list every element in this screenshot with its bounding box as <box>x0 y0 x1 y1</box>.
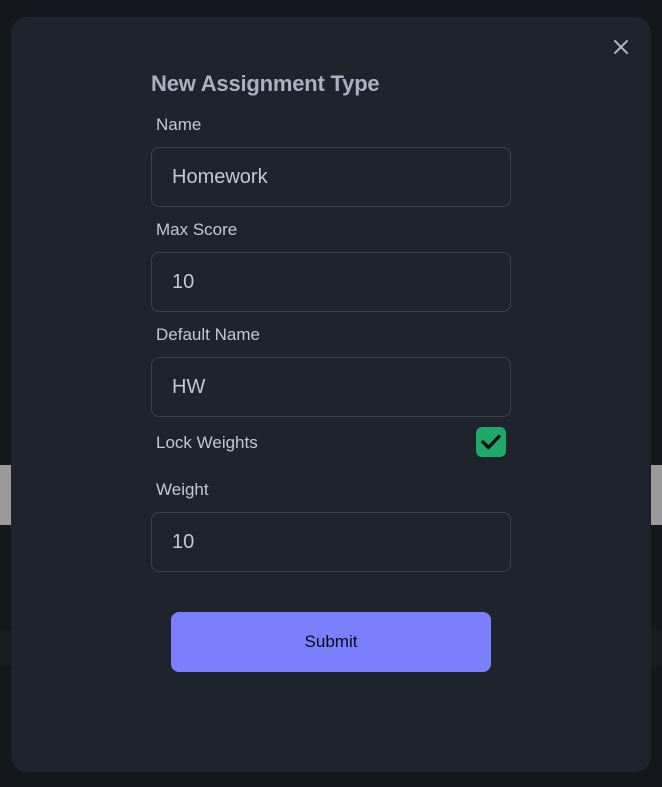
close-button[interactable] <box>611 36 631 58</box>
lock-weights-label: Lock Weights <box>156 433 258 452</box>
lock-weights-checkbox[interactable] <box>476 427 506 457</box>
max-score-label: Max Score <box>156 220 238 239</box>
modal-title: New Assignment Type <box>151 71 380 96</box>
weight-label: Weight <box>156 480 209 499</box>
backdrop-bar-right <box>651 465 662 525</box>
checkmark-icon <box>481 434 501 450</box>
default-name-label: Default Name <box>156 325 260 344</box>
default-name-input[interactable] <box>151 357 511 417</box>
submit-button[interactable]: Submit <box>171 612 491 672</box>
weight-input[interactable] <box>151 512 511 572</box>
name-label: Name <box>156 115 202 134</box>
name-input[interactable] <box>151 147 511 207</box>
backdrop-bar-left <box>0 465 11 525</box>
max-score-input[interactable] <box>151 252 511 312</box>
close-icon <box>614 40 628 54</box>
new-assignment-type-modal: New Assignment Type Name Max Score Defau… <box>11 17 651 772</box>
